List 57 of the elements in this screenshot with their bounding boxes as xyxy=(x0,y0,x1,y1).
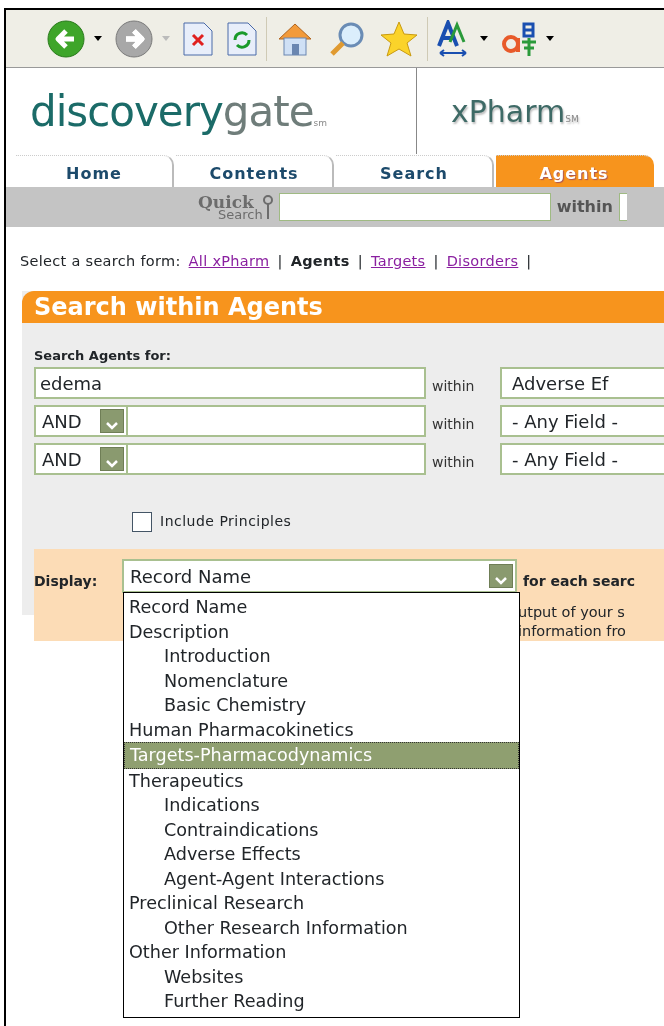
dropdown-option[interactable]: Indications xyxy=(124,793,519,818)
nav-tab[interactable]: Search xyxy=(336,155,494,187)
nav-tab[interactable]: Home xyxy=(16,155,174,187)
dropdown-caret-icon[interactable] xyxy=(480,36,488,41)
dropdown-caret-icon[interactable] xyxy=(94,36,102,41)
field-select[interactable]: - Any Field - xyxy=(500,405,664,438)
separator: | xyxy=(277,253,283,269)
dropdown-option[interactable]: Human Pharmacokinetics xyxy=(124,717,519,742)
dropdown-option[interactable]: Introduction xyxy=(124,644,519,669)
within-label: within xyxy=(432,377,476,397)
dropdown-option[interactable]: Further Reading xyxy=(124,989,519,1014)
quick-search-field[interactable] xyxy=(278,193,551,221)
dropdown-option[interactable]: Adverse Effects xyxy=(124,842,519,867)
quick-search-logo: Quick Search xyxy=(198,194,273,220)
dropdown-option[interactable]: Other Research Information xyxy=(124,915,519,940)
field-select[interactable]: Adverse Ef xyxy=(500,367,664,400)
product-logo: xPharm SM xyxy=(450,92,579,131)
dropdown-option[interactable]: Nomenclature xyxy=(124,668,519,693)
search-label: Search Agents for: xyxy=(33,346,172,365)
current-form-label: Agents xyxy=(290,253,350,269)
search-field[interactable] xyxy=(128,443,426,476)
dropdown-option[interactable]: Basic Chemistry xyxy=(124,693,519,718)
search-form-link[interactable]: Disorders xyxy=(446,253,519,269)
note-text: utput of your s xyxy=(518,603,626,623)
dropdown-option[interactable]: Contraindications xyxy=(124,817,519,842)
operator-select[interactable]: AND xyxy=(34,443,128,476)
within-label: within xyxy=(432,415,476,435)
search-form-link[interactable]: Targets xyxy=(370,253,426,269)
prompt-text: Select a search form: xyxy=(20,253,181,269)
checkbox-label: Include Principles xyxy=(160,512,292,532)
search-field[interactable]: edema xyxy=(34,367,426,400)
search-field[interactable] xyxy=(128,405,426,438)
field-select[interactable]: - Any Field - xyxy=(500,443,664,476)
checkbox[interactable] xyxy=(132,511,152,532)
dropdown-option[interactable]: Description xyxy=(124,619,519,644)
nav-tab[interactable]: Contents xyxy=(176,155,334,187)
panel-title: Search within Agents xyxy=(22,290,664,323)
dropdown-option[interactable]: Websites xyxy=(124,964,519,989)
site-logo[interactable]: discoverygatesm xyxy=(6,79,416,143)
dropdown-option[interactable]: Other Information xyxy=(124,940,519,965)
display-select[interactable]: Record Name xyxy=(122,559,517,594)
dropdown-caret-icon[interactable] xyxy=(546,36,554,41)
separator: | xyxy=(357,253,363,269)
within-label: within xyxy=(556,196,613,218)
note-text: information fro xyxy=(518,622,626,642)
separator: | xyxy=(433,253,439,269)
field-select[interactable] xyxy=(618,193,627,221)
dropdown-option[interactable]: Agent-Agent Interactions xyxy=(124,866,519,891)
separator: | xyxy=(526,253,532,269)
display-label: Display: xyxy=(34,572,98,592)
operator-select[interactable]: AND xyxy=(34,405,128,438)
search-form-link[interactable]: All xPharm xyxy=(188,253,270,269)
suffix-text: for each searc xyxy=(523,572,636,592)
dropdown-option[interactable]: Preclinical Research xyxy=(124,891,519,916)
dropdown-option[interactable]: Therapeutics xyxy=(124,768,519,793)
dropdown-option[interactable]: Record Name xyxy=(124,595,519,620)
within-label: within xyxy=(432,453,476,473)
